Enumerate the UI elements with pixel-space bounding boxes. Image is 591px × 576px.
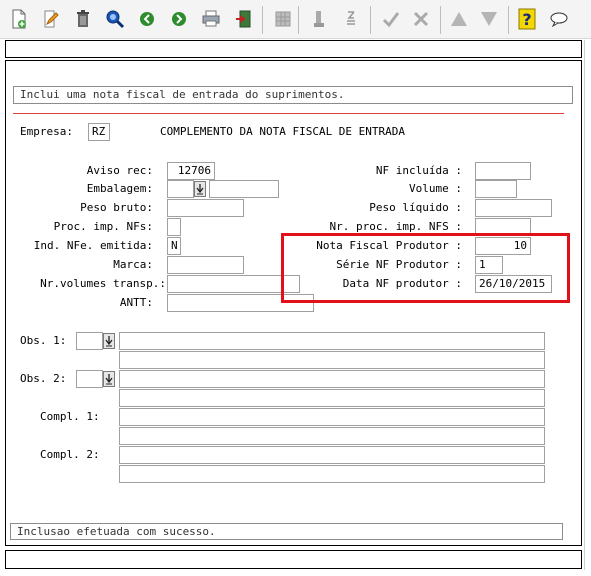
top-strip: [5, 40, 582, 58]
empresa-field[interactable]: RZ: [88, 123, 110, 141]
help-question-icon[interactable]: ?: [516, 8, 538, 30]
compl1-label: Compl. 1:: [40, 410, 100, 423]
volume-label: Volume :: [409, 182, 462, 195]
delete-trash-icon[interactable]: [72, 8, 94, 30]
ind-nfe-label: Ind. NFe. emitida:: [33, 239, 153, 252]
embalagem-label: Embalagem:: [86, 182, 153, 195]
exit-icon[interactable]: [232, 8, 254, 30]
form-title: COMPLEMENTO DA NOTA FISCAL DE ENTRADA: [160, 125, 406, 138]
embalagem-code-field[interactable]: [167, 180, 194, 198]
confirm-check-icon[interactable]: [380, 8, 402, 30]
toolbar: ?: [0, 0, 591, 39]
status-message: Inclusao efetuada com sucesso.: [10, 523, 563, 540]
vertical-scrollbar[interactable]: [584, 40, 591, 570]
search-binoculars-icon[interactable]: [104, 8, 126, 30]
arrow-down-icon: [105, 336, 113, 347]
compl1-line2-field[interactable]: [119, 427, 545, 445]
header-divider: [13, 113, 564, 114]
obs2-label: Obs. 2:: [20, 372, 67, 385]
back-arrow-icon[interactable]: [136, 8, 158, 30]
volume-field[interactable]: [475, 180, 517, 198]
antt-label: ANTT:: [119, 296, 153, 309]
obs2-code-field[interactable]: [76, 370, 103, 388]
cancel-x-icon[interactable]: [410, 8, 432, 30]
new-document-icon[interactable]: [8, 8, 30, 30]
obs2-dropdown-button[interactable]: [103, 371, 115, 387]
marca-field[interactable]: [167, 256, 244, 274]
toolbar-separator: [298, 6, 299, 34]
obs2-line1-field[interactable]: [119, 370, 545, 388]
peso-bruto-label: Peso bruto:: [80, 201, 153, 214]
embalagem-desc-field[interactable]: [209, 180, 279, 198]
arrow-down-icon: [196, 184, 204, 195]
compl2-line1-field[interactable]: [119, 446, 545, 464]
peso-liquido-label: Peso líquido :: [369, 201, 462, 214]
edit-pencil-icon[interactable]: [40, 8, 62, 30]
grid-icon[interactable]: [272, 8, 294, 30]
empresa-label: Empresa:: [20, 125, 73, 138]
compl2-label: Compl. 2:: [40, 448, 100, 461]
nr-proc-nfs-label: Nr. proc. imp. NFS :: [329, 220, 462, 233]
import-icon[interactable]: [308, 8, 330, 30]
compl2-line2-field[interactable]: [119, 465, 545, 483]
ind-nfe-field[interactable]: N: [167, 237, 181, 255]
proc-imp-nfs-label: Proc. imp. NFs:: [53, 220, 153, 233]
arrow-down-icon: [105, 374, 113, 385]
svg-text:?: ?: [522, 10, 531, 29]
order-icon[interactable]: [340, 8, 362, 30]
toolbar-separator: [262, 6, 263, 34]
chat-balloon-icon[interactable]: [548, 8, 570, 30]
peso-liquido-field[interactable]: [475, 199, 552, 217]
embalagem-dropdown-button[interactable]: [194, 181, 206, 197]
highlight-box: [281, 233, 570, 303]
forward-arrow-icon[interactable]: [168, 8, 190, 30]
nf-incluida-field[interactable]: [475, 162, 531, 180]
obs1-label: Obs. 1:: [20, 334, 67, 347]
print-icon[interactable]: [200, 8, 222, 30]
obs1-code-field[interactable]: [76, 332, 103, 350]
up-triangle-icon[interactable]: [448, 8, 470, 30]
nf-incluida-label: NF incluída :: [375, 164, 462, 177]
obs2-line2-field[interactable]: [119, 389, 545, 407]
toolbar-separator: [440, 6, 441, 34]
compl1-line1-field[interactable]: [119, 408, 545, 426]
proc-imp-nfs-field[interactable]: [167, 218, 181, 236]
toolbar-separator: [370, 6, 371, 34]
nr-volumes-label: Nr.volumes transp.:: [40, 277, 166, 290]
header-message: Inclui uma nota fiscal de entrada do sup…: [13, 86, 573, 104]
bottom-strip: [5, 550, 582, 569]
down-triangle-icon[interactable]: [478, 8, 500, 30]
toolbar-separator: [508, 6, 509, 34]
peso-bruto-field[interactable]: [167, 199, 244, 217]
aviso-rec-label: Aviso rec:: [86, 164, 153, 177]
obs1-line2-field[interactable]: [119, 351, 545, 369]
marca-label: Marca:: [113, 258, 153, 271]
aviso-rec-field[interactable]: 12706: [167, 162, 215, 180]
obs1-dropdown-button[interactable]: [103, 333, 115, 349]
obs1-line1-field[interactable]: [119, 332, 545, 350]
